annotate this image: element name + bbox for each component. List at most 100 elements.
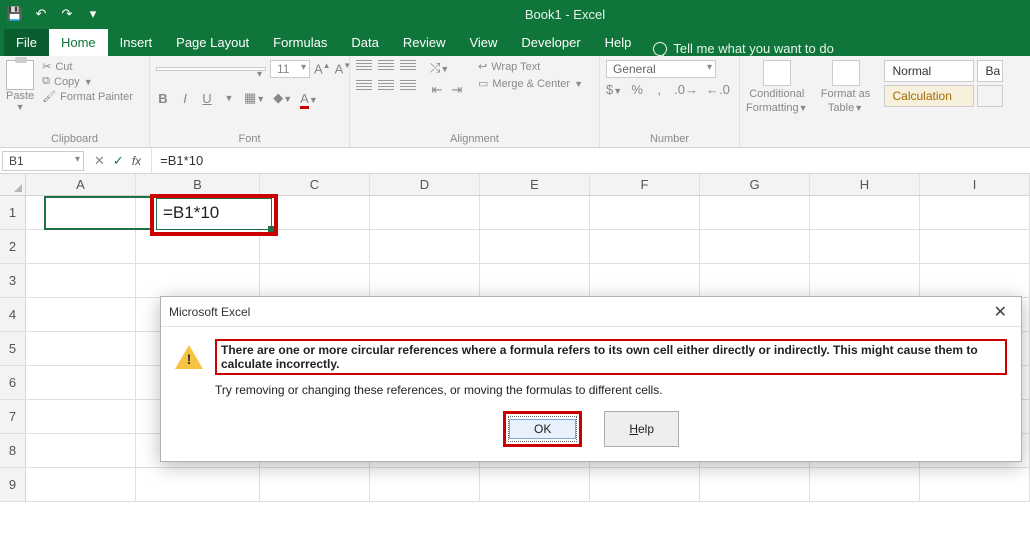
cell-A7[interactable] — [26, 400, 136, 434]
underline-button[interactable]: U — [200, 91, 214, 106]
tab-review[interactable]: Review — [391, 29, 458, 56]
cell-G1[interactable] — [700, 196, 810, 230]
style-more[interactable] — [977, 85, 1003, 107]
cell-A9[interactable] — [26, 468, 136, 502]
cell-E9[interactable] — [480, 468, 590, 502]
align-bottom-button[interactable] — [400, 60, 416, 72]
cell-A2[interactable] — [26, 230, 136, 264]
row-header-8[interactable]: 8 — [0, 434, 26, 468]
font-color-button[interactable]: A▼ — [300, 91, 318, 106]
name-box[interactable]: B1 — [2, 151, 84, 171]
undo-icon[interactable]: ↶ — [30, 3, 52, 25]
row-header-5[interactable]: 5 — [0, 332, 26, 366]
merge-center-button[interactable]: ▭Merge & Center ▼ — [478, 77, 583, 90]
conditional-formatting-button[interactable]: Conditional Formatting▼ — [746, 60, 808, 114]
align-right-button[interactable] — [400, 80, 416, 92]
cell-A8[interactable] — [26, 434, 136, 468]
select-all-corner[interactable] — [0, 174, 26, 195]
cell-G9[interactable] — [700, 468, 810, 502]
comma-format-button[interactable]: , — [652, 82, 666, 97]
save-icon[interactable]: 💾 — [4, 3, 26, 25]
cell-C1[interactable] — [260, 196, 370, 230]
fill-handle[interactable] — [268, 226, 274, 232]
cell-A6[interactable] — [26, 366, 136, 400]
tab-view[interactable]: View — [457, 29, 509, 56]
cell-H1[interactable] — [810, 196, 920, 230]
cell-G2[interactable] — [700, 230, 810, 264]
cell-I3[interactable] — [920, 264, 1030, 298]
font-size-select[interactable]: 11 — [270, 60, 310, 78]
tab-home[interactable]: Home — [49, 29, 108, 56]
cell-I1[interactable] — [920, 196, 1030, 230]
number-format-select[interactable]: General — [606, 60, 716, 78]
cell-A5[interactable] — [26, 332, 136, 366]
cell-D3[interactable] — [370, 264, 480, 298]
col-header-A[interactable]: A — [26, 174, 136, 195]
orientation-button[interactable]: ⤭▼ — [430, 60, 449, 76]
style-normal[interactable]: Normal — [884, 60, 974, 82]
col-header-I[interactable]: I — [920, 174, 1030, 195]
cell-D1[interactable] — [370, 196, 480, 230]
col-header-D[interactable]: D — [370, 174, 480, 195]
row-header-1[interactable]: 1 — [0, 196, 26, 230]
decrease-decimal-button[interactable]: ←.0 — [706, 82, 730, 97]
percent-format-button[interactable]: % — [630, 82, 644, 97]
cell-H9[interactable] — [810, 468, 920, 502]
insert-function-icon[interactable]: fx — [132, 154, 141, 168]
row-header-9[interactable]: 9 — [0, 468, 26, 502]
cell-F3[interactable] — [590, 264, 700, 298]
tell-me-search[interactable]: Tell me what you want to do — [643, 41, 843, 56]
cancel-formula-icon[interactable]: ✕ — [94, 153, 105, 169]
tab-developer[interactable]: Developer — [509, 29, 592, 56]
cell-A1[interactable] — [26, 196, 136, 230]
format-painter-button[interactable]: 🖌Format Painter — [42, 90, 133, 103]
col-header-C[interactable]: C — [260, 174, 370, 195]
row-header-2[interactable]: 2 — [0, 230, 26, 264]
align-left-button[interactable] — [356, 80, 372, 92]
enter-formula-icon[interactable]: ✓ — [113, 153, 124, 169]
row-header-3[interactable]: 3 — [0, 264, 26, 298]
increase-indent-button[interactable]: ⇥ — [450, 82, 464, 98]
increase-decimal-button[interactable]: .0→ — [674, 82, 698, 97]
qat-customize-icon[interactable]: ▾ — [82, 3, 104, 25]
fill-color-button[interactable]: ◆▼ — [273, 90, 292, 106]
cell-B2[interactable] — [136, 230, 260, 264]
col-header-H[interactable]: H — [810, 174, 920, 195]
borders-button[interactable]: ▦▼ — [244, 90, 265, 106]
row-header-7[interactable]: 7 — [0, 400, 26, 434]
cut-button[interactable]: ✂Cut — [42, 60, 133, 73]
cell-E3[interactable] — [480, 264, 590, 298]
cell-B1-editor[interactable]: =B1*10 — [156, 198, 272, 230]
col-header-E[interactable]: E — [480, 174, 590, 195]
align-center-button[interactable] — [378, 80, 394, 92]
decrease-font-icon[interactable]: A▼ — [335, 61, 352, 76]
cell-H3[interactable] — [810, 264, 920, 298]
wrap-text-button[interactable]: ↩Wrap Text — [478, 60, 583, 73]
style-bad[interactable]: Ba — [977, 60, 1003, 82]
row-header-6[interactable]: 6 — [0, 366, 26, 400]
accounting-format-button[interactable]: $▼ — [606, 82, 622, 97]
cell-H2[interactable] — [810, 230, 920, 264]
col-header-B[interactable]: B — [136, 174, 260, 195]
col-header-F[interactable]: F — [590, 174, 700, 195]
cell-A3[interactable] — [26, 264, 136, 298]
cell-F2[interactable] — [590, 230, 700, 264]
cell-styles-gallery[interactable]: Normal Ba Calculation — [884, 60, 1003, 107]
cell-G3[interactable] — [700, 264, 810, 298]
bold-button[interactable]: B — [156, 91, 170, 106]
increase-font-icon[interactable]: A▲ — [314, 61, 331, 76]
underline-dropdown-icon[interactable]: ▼ — [222, 93, 236, 103]
cell-E2[interactable] — [480, 230, 590, 264]
ok-button[interactable]: OK — [509, 419, 576, 439]
align-top-button[interactable] — [356, 60, 372, 72]
tab-file[interactable]: File — [4, 29, 49, 56]
style-calculation[interactable]: Calculation — [884, 85, 974, 107]
tab-data[interactable]: Data — [339, 29, 390, 56]
row-header-4[interactable]: 4 — [0, 298, 26, 332]
formula-input[interactable]: =B1*10 — [152, 153, 1030, 168]
italic-button[interactable]: I — [178, 91, 192, 106]
format-as-table-button[interactable]: Format as Table▼ — [816, 60, 876, 114]
cell-C2[interactable] — [260, 230, 370, 264]
align-middle-button[interactable] — [378, 60, 394, 72]
cell-A4[interactable] — [26, 298, 136, 332]
